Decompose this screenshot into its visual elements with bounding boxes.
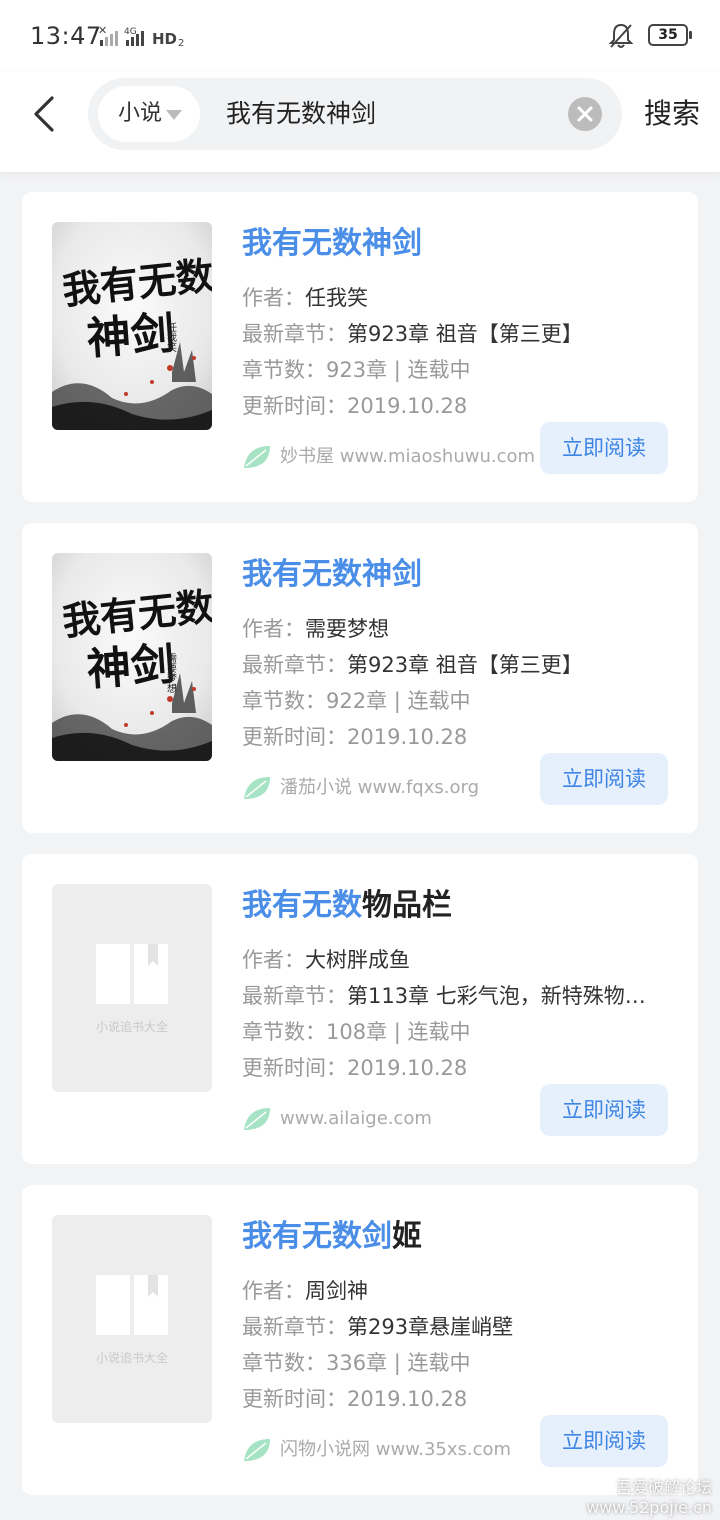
source-site: www.ailaige.com xyxy=(242,1104,432,1134)
back-arrow-icon[interactable] xyxy=(24,92,68,136)
title-highlight: 我有无数 xyxy=(242,888,362,923)
result-card[interactable]: 小说追书大全 我有无数物品栏 作者：大树胖成鱼 最新章节：第113章 七彩气泡，… xyxy=(22,854,698,1164)
search-field[interactable]: 小说 我有无数神剑 xyxy=(88,78,622,150)
title-highlight: 我有无数剑 xyxy=(242,1219,392,1254)
latest-chapter-row: 最新章节：第923章 祖音【第三更】 xyxy=(242,653,583,677)
update-time: 2019.10.28 xyxy=(347,1387,468,1411)
source-text: www.ailaige.com xyxy=(280,1108,432,1129)
book-cover[interactable]: 我有无数 神剑 任我笑 xyxy=(52,222,212,430)
chapter-count-row: 章节数：108章 | 连载中 xyxy=(242,1020,471,1044)
cover-placeholder[interactable]: 小说追书大全 xyxy=(52,1215,212,1423)
author-name: 周剑神 xyxy=(305,1279,368,1303)
author-row: 作者：需要梦想 xyxy=(242,617,389,641)
read-now-button[interactable]: 立即阅读 xyxy=(540,422,668,474)
svg-text:2: 2 xyxy=(178,38,184,49)
source-text: 潘茄小说 www.fqxs.org xyxy=(280,777,479,798)
chapter-count: 923章 | 连载中 xyxy=(326,358,471,382)
chapter-count: 108章 | 连载中 xyxy=(326,1020,471,1044)
hd-label: HD xyxy=(152,30,177,48)
update-time: 2019.10.28 xyxy=(347,725,468,749)
cover-author: 需要梦想 xyxy=(165,653,177,693)
search-input[interactable]: 我有无数神剑 xyxy=(226,78,376,150)
title-highlight: 我有无数神剑 xyxy=(242,226,422,261)
source-text: 闪物小说网 www.35xs.com xyxy=(280,1439,512,1460)
svg-text:✕: ✕ xyxy=(98,24,107,37)
status-bar: 13:47 ✕ 4G HD 2 35 xyxy=(0,0,720,72)
update-time-row: 更新时间：2019.10.28 xyxy=(242,725,468,749)
leaf-icon xyxy=(244,777,270,799)
author-name: 需要梦想 xyxy=(305,617,389,641)
bell-muted-icon xyxy=(608,23,634,48)
status-time: 13:47 xyxy=(30,22,102,50)
read-now-button[interactable]: 立即阅读 xyxy=(540,1084,668,1136)
leaf-icon xyxy=(244,1108,270,1130)
clear-icon[interactable] xyxy=(568,97,602,131)
source-site: 妙书屋 www.miaoshuwu.com xyxy=(242,442,535,472)
source-site: 潘茄小说 www.fqxs.org xyxy=(242,773,479,803)
chapter-count-row: 章节数：923章 | 连载中 xyxy=(242,358,471,382)
search-header: 小说 我有无数神剑 搜索 xyxy=(0,72,720,172)
book-title[interactable]: 我有无数物品栏 xyxy=(242,886,452,926)
result-card[interactable]: 小说追书大全 我有无数剑姬 作者：周剑神 最新章节：第293章悬崖峭壁 章节数：… xyxy=(22,1185,698,1495)
result-card[interactable]: 我有无数 神剑 需要梦想 我有无数神剑 作者：需要梦想 最新章节：第923章 祖… xyxy=(22,523,698,833)
title-highlight: 我有无数神剑 xyxy=(242,557,422,592)
chapter-count-row: 章节数：336章 | 连载中 xyxy=(242,1351,471,1375)
author-row: 作者：大树胖成鱼 xyxy=(242,948,410,972)
latest-chapter: 第923章 祖音【第三更】 xyxy=(347,322,583,346)
battery-indicator: 35 xyxy=(648,24,692,46)
latest-chapter-row: 最新章节：第923章 祖音【第三更】 xyxy=(242,322,583,346)
book-icon xyxy=(96,944,168,1004)
latest-chapter-row: 最新章节：第293章悬崖峭壁 xyxy=(242,1315,514,1339)
cover-title-bottom: 神剑 xyxy=(85,308,176,365)
dropdown-arrow-icon xyxy=(166,110,182,120)
read-now-button[interactable]: 立即阅读 xyxy=(540,1415,668,1467)
latest-chapter: 第113章 七彩气泡，新特殊物… xyxy=(347,984,646,1008)
book-title[interactable]: 我有无数神剑 xyxy=(242,224,422,264)
update-time-row: 更新时间：2019.10.28 xyxy=(242,1387,468,1411)
category-label: 小说 xyxy=(118,101,163,126)
latest-chapter-row: 最新章节：第113章 七彩气泡，新特殊物… xyxy=(242,984,646,1008)
cover-author: 任我笑 xyxy=(165,321,177,353)
book-icon xyxy=(96,1275,168,1335)
leaf-icon xyxy=(244,446,270,468)
author-row: 作者：任我笑 xyxy=(242,286,368,310)
title-rest: 姬 xyxy=(392,1219,422,1254)
watermark: 吾爱破解论坛 www.52pojie.cn xyxy=(586,1478,712,1518)
latest-chapter: 第293章悬崖峭壁 xyxy=(347,1315,514,1339)
search-button[interactable]: 搜索 xyxy=(644,92,700,136)
source-text: 妙书屋 www.miaoshuwu.com xyxy=(280,446,536,467)
cover-placeholder[interactable]: 小说追书大全 xyxy=(52,884,212,1092)
watermark-line1: 吾爱破解论坛 xyxy=(615,1478,712,1497)
update-time-row: 更新时间：2019.10.28 xyxy=(242,1056,468,1080)
placeholder-text: 小说追书大全 xyxy=(95,1351,168,1365)
latest-chapter: 第923章 祖音【第三更】 xyxy=(347,653,583,677)
book-cover[interactable]: 我有无数 神剑 需要梦想 xyxy=(52,553,212,761)
chapter-count: 922章 | 连载中 xyxy=(326,689,471,713)
result-card[interactable]: 我有无数 神剑 任我笑 我有无数神剑 作者：任我笑 最新章节：第923章 祖音【… xyxy=(22,192,698,502)
signal-icons: ✕ 4G HD 2 xyxy=(98,24,184,49)
author-name: 大树胖成鱼 xyxy=(305,948,410,972)
category-dropdown[interactable]: 小说 xyxy=(98,86,200,142)
author-name: 任我笑 xyxy=(305,286,368,310)
chapter-count: 336章 | 连载中 xyxy=(326,1351,471,1375)
watermark-line2: www.52pojie.cn xyxy=(586,1498,712,1517)
cover-title-bottom: 神剑 xyxy=(85,639,176,696)
author-row: 作者：周剑神 xyxy=(242,1279,368,1303)
source-site: 闪物小说网 www.35xs.com xyxy=(242,1435,511,1465)
placeholder-text: 小说追书大全 xyxy=(95,1020,168,1034)
network-label: 4G xyxy=(124,27,137,37)
update-time-row: 更新时间：2019.10.28 xyxy=(242,394,468,418)
update-time: 2019.10.28 xyxy=(347,1056,468,1080)
book-title[interactable]: 我有无数神剑 xyxy=(242,555,422,595)
leaf-icon xyxy=(244,1439,270,1461)
title-rest: 物品栏 xyxy=(362,888,452,923)
update-time: 2019.10.28 xyxy=(347,394,468,418)
chapter-count-row: 章节数：922章 | 连载中 xyxy=(242,689,471,713)
read-now-button[interactable]: 立即阅读 xyxy=(540,753,668,805)
book-title[interactable]: 我有无数剑姬 xyxy=(242,1217,422,1257)
